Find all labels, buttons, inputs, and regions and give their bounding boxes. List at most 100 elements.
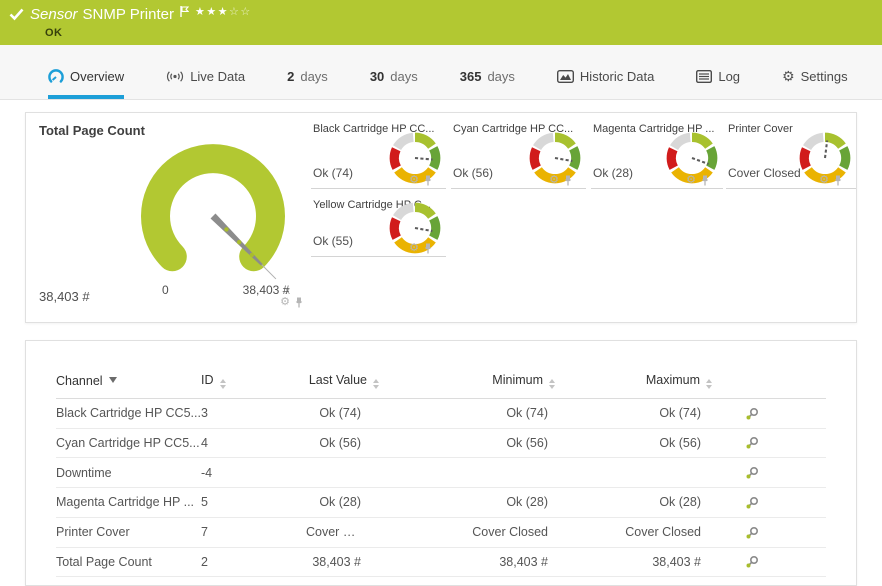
channel-minimum: Cover Closed (379, 517, 555, 547)
channel-id: 7 (201, 517, 306, 547)
gauge-value: Ok (55) (313, 234, 353, 248)
gauge-settings-gear-icon[interactable]: ⚙ (280, 297, 290, 308)
column-header-last-value[interactable]: Last Value (306, 367, 379, 399)
channel-name[interactable]: Magenta Cartridge HP ... (56, 488, 201, 518)
edit-channel-icon[interactable] (745, 407, 759, 421)
gauge-tile-magenta-cartridge[interactable]: Magenta Cartridge HP ... Ok (28) ⚙ (591, 119, 723, 189)
gauge-settings-gear-icon[interactable]: ⚙ (819, 175, 829, 186)
tab-overview[interactable]: Overview (48, 45, 124, 99)
column-label: Maximum (646, 373, 700, 387)
edit-channel-icon[interactable] (745, 555, 759, 569)
table-row[interactable]: Printer Cover 7 Cover Closed Cover Close… (56, 517, 826, 547)
tab-live-data[interactable]: Live Data (166, 45, 245, 99)
total-page-count-tile[interactable]: Total Page Count x 0 38,403 # 38,403 # ⚙ (26, 113, 311, 322)
gauge-needle (415, 228, 432, 231)
table-row[interactable]: Cyan Cartridge HP CC5... 4 Ok (56) Ok (5… (56, 428, 826, 458)
column-header-id[interactable]: ID (201, 367, 306, 399)
channel-name[interactable]: Downtime (56, 458, 201, 488)
gauge-value: Ok (28) (593, 166, 633, 180)
channel-last-value: Ok (55) (306, 577, 379, 586)
pin-icon[interactable] (295, 297, 303, 308)
tab-settings[interactable]: ⚙ Settings (782, 45, 848, 99)
gauge-needle (825, 141, 827, 158)
column-label: Minimum (492, 373, 543, 387)
channel-name[interactable]: Black Cartridge HP CC5... (56, 399, 201, 429)
gauge-settings-gear-icon[interactable]: ⚙ (686, 175, 696, 186)
tab-historic-data[interactable]: Historic Data (557, 45, 654, 99)
channel-name[interactable]: Total Page Count (56, 547, 201, 577)
column-label: Channel (56, 374, 103, 388)
tab-log[interactable]: Log (696, 45, 740, 99)
table-row[interactable]: Downtime -4 (56, 458, 826, 488)
pin-icon[interactable] (424, 243, 432, 254)
gauge-tile-printer-cover[interactable]: Printer Cover Cover Closed ⚙ (726, 119, 856, 189)
edit-channel-icon[interactable] (745, 496, 759, 510)
table-row[interactable]: Black Cartridge HP CC5... 3 Ok (74) Ok (… (56, 399, 826, 429)
tab-label: Settings (801, 69, 848, 84)
gauge-tile-black-cartridge[interactable]: Black Cartridge HP CC... Ok (74) ⚙ (311, 119, 446, 189)
channel-last-value: Cover Closed (306, 517, 379, 547)
channel-minimum: Ok (28) (379, 488, 555, 518)
edit-channel-icon[interactable] (745, 526, 759, 540)
gauge-tile-yellow-cartridge[interactable]: Yellow Cartridge HP C... Ok (55) ⚙ (311, 195, 446, 257)
gauge-value: Cover Closed (728, 166, 801, 180)
gauge-needle (692, 158, 709, 164)
sort-icon (373, 379, 379, 389)
sort-icon (220, 379, 226, 389)
pin-icon[interactable] (701, 175, 709, 186)
channels-panel: Channel ID Last Value Minimum Maximum Bl… (25, 340, 857, 586)
tab-label: Historic Data (580, 69, 654, 84)
table-row[interactable]: Magenta Cartridge HP ... 5 Ok (28) Ok (2… (56, 488, 826, 518)
gauge-icon (48, 69, 64, 84)
flag-icon[interactable] (180, 6, 189, 17)
channel-last-value: Ok (56) (306, 428, 379, 458)
gauge-title: Printer Cover (728, 123, 793, 135)
channel-name[interactable]: Cyan Cartridge HP CC5... (56, 428, 201, 458)
gauge-settings-gear-icon[interactable]: ⚙ (549, 175, 559, 186)
channel-id: -4 (201, 458, 306, 488)
column-header-maximum[interactable]: Maximum (555, 367, 712, 399)
channel-last-value (306, 458, 379, 488)
gauge-scale-max: 38,403 # (231, 283, 301, 297)
sort-icon (549, 379, 555, 389)
gauge-value: Ok (56) (453, 166, 493, 180)
channel-last-value: Ok (28) (306, 488, 379, 518)
sensor-status: OK (45, 27, 63, 39)
gauge-settings-gear-icon[interactable]: ⚙ (409, 175, 419, 186)
sensor-kind-label: Sensor (30, 6, 78, 23)
channel-id: 4 (201, 428, 306, 458)
pin-icon[interactable] (834, 175, 842, 186)
channel-minimum: Ok (74) (379, 399, 555, 429)
priority-stars[interactable]: ★★★☆☆ (195, 5, 252, 18)
table-row[interactable]: Total Page Count 2 38,403 # 38,403 # 38,… (56, 547, 826, 577)
channel-minimum (379, 458, 555, 488)
column-header-channel[interactable]: Channel (56, 367, 201, 399)
channel-name[interactable]: Yellow Cartridge HP CC... (56, 577, 201, 586)
edit-channel-icon[interactable] (745, 466, 759, 480)
channel-minimum: 38,403 # (379, 547, 555, 577)
channel-id: 2 (201, 547, 306, 577)
channels-table: Channel ID Last Value Minimum Maximum Bl… (56, 367, 826, 586)
column-header-actions (712, 367, 792, 399)
channel-minimum: Ok (56) (379, 428, 555, 458)
gauge-settings-gear-icon[interactable]: ⚙ (409, 243, 419, 254)
gauge-needle (555, 158, 572, 161)
column-header-minimum[interactable]: Minimum (379, 367, 555, 399)
tab-label: Live Data (190, 69, 245, 84)
gauge-current-value: 38,403 # (39, 289, 90, 304)
pin-icon[interactable] (424, 175, 432, 186)
gauge-tile-cyan-cartridge[interactable]: Cyan Cartridge HP CC... Ok (56) ⚙ (451, 119, 586, 189)
edit-channel-icon[interactable] (745, 436, 759, 450)
tab-30-days[interactable]: 30 days (370, 45, 418, 99)
tab-2-days[interactable]: 2 days (287, 45, 328, 99)
stars-empty: ☆☆ (229, 6, 252, 18)
table-header-row: Channel ID Last Value Minimum Maximum (56, 367, 826, 399)
table-row[interactable]: Yellow Cartridge HP CC... 6 Ok (55) Ok (… (56, 577, 826, 586)
pin-icon[interactable] (564, 175, 572, 186)
ok-check-icon (9, 8, 24, 21)
tab-number: 30 (370, 69, 384, 84)
tab-label: days (390, 69, 417, 84)
sensor-title: SNMP Printer (83, 6, 174, 23)
tab-365-days[interactable]: 365 days (460, 45, 515, 99)
channel-name[interactable]: Printer Cover (56, 517, 201, 547)
